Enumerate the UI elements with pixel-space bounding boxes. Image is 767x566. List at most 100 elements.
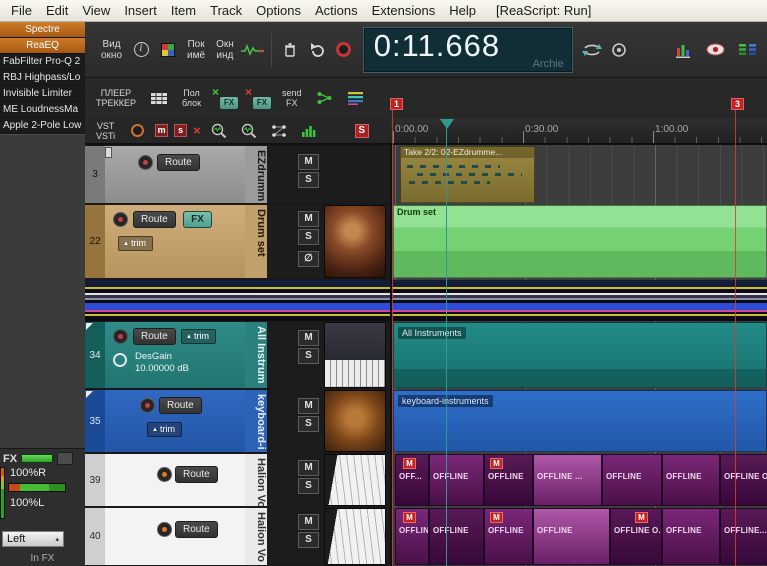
half-block-button[interactable]: Пол блок — [178, 88, 205, 108]
player-tracker-button[interactable]: ПЛЕЕР ТРЕККЕР — [92, 88, 140, 108]
routing-button[interactable] — [313, 85, 337, 111]
menu-edit[interactable]: Edit — [39, 1, 75, 20]
lane-track-39[interactable]: M OFF... OFFLINE M OFFLINE OFFLINE ... O… — [392, 454, 767, 506]
menu-help[interactable]: Help — [442, 1, 483, 20]
offline-item[interactable]: OFFLINE ... — [533, 454, 602, 506]
arrange-view[interactable]: Take 2/2: 02-EZdrumme... Drum set All In… — [390, 145, 767, 566]
mute-button[interactable]: M — [298, 154, 319, 170]
track-panel-34[interactable]: 34 Route ▲ trim DesGain 10.00000 dB All I… — [85, 322, 390, 388]
fx-plugin-spectre[interactable]: Spectre — [0, 22, 85, 38]
track-panel-3[interactable]: 3 Route EZdrumm M S — [85, 146, 390, 203]
menu-options[interactable]: Options — [249, 1, 308, 20]
record-arm-button[interactable] — [138, 155, 153, 170]
solo-button[interactable]: S — [298, 416, 319, 432]
lane-track-34[interactable]: All Instruments — [392, 322, 767, 388]
gain-knob[interactable] — [113, 353, 127, 367]
offline-item[interactable]: M OFFLINE O... — [610, 508, 662, 565]
meter-bars-button[interactable] — [297, 118, 321, 144]
record-arm-button[interactable] — [157, 522, 172, 537]
fx-plugin-me-loudness[interactable]: ME LoudnessMa — [0, 102, 85, 118]
track-panel-39[interactable]: 39 Route Halion Vo M S — [85, 454, 390, 506]
offline-item[interactable]: OFFLINE — [429, 508, 484, 565]
mixer-view-button[interactable] — [735, 37, 759, 63]
clear-x-button[interactable]: × — [193, 123, 201, 138]
transport-time-display[interactable]: 0:11.668 Archie — [362, 26, 573, 73]
wet-amount-label[interactable]: 100%R — [10, 467, 46, 479]
grid-view-button[interactable] — [147, 85, 171, 111]
vst-button[interactable]: VST VSTi — [92, 121, 119, 141]
fx-enable-toggle[interactable] — [21, 454, 54, 463]
fx-plugin-fabfilter[interactable]: FabFilter Pro-Q 2 — [0, 54, 85, 70]
gain-value[interactable]: 10.00000 dB — [135, 363, 189, 374]
lane-collapsed-stripes[interactable] — [392, 280, 767, 321]
fold-triangle-icon[interactable] — [86, 323, 93, 330]
fx-options-button[interactable] — [57, 452, 74, 465]
route-button[interactable]: Route — [159, 397, 202, 414]
lane-track-22[interactable]: Drum set — [392, 205, 767, 278]
window-indicator-button[interactable]: Окн инд — [212, 39, 238, 61]
media-item-keyboard-instruments[interactable]: keyboard-instruments — [393, 390, 767, 452]
solo-button[interactable]: S — [298, 348, 319, 364]
track-panel-35[interactable]: 35 Route ▲ trim keyboard-i M S — [85, 390, 390, 452]
solo-all-button[interactable]: s — [174, 124, 188, 137]
offline-item[interactable]: M OFFLINE — [484, 454, 533, 506]
add-fx-button[interactable]: × FX — [212, 85, 239, 109]
offline-item[interactable]: OFFLINE — [662, 508, 720, 565]
collapsed-tracks-stripes[interactable] — [85, 280, 390, 321]
mute-button[interactable]: M — [298, 330, 319, 346]
menu-track[interactable]: Track — [203, 1, 249, 20]
solo-button[interactable]: S — [298, 532, 319, 548]
mute-button[interactable]: M — [298, 211, 319, 227]
channel-selector[interactable]: Left ▴ — [2, 531, 64, 547]
spectral-peek-button-2[interactable] — [237, 118, 261, 144]
track-list-button[interactable] — [344, 85, 368, 111]
timeline-ruler[interactable]: 0:00.00 0:30.00 1:00.00 — [390, 118, 767, 145]
menu-file[interactable]: File — [4, 1, 39, 20]
media-item-ezdrummer[interactable]: Take 2/2: 02-EZdrumme... — [400, 146, 535, 203]
record-button[interactable] — [332, 37, 356, 63]
mute-button[interactable]: M — [298, 398, 319, 414]
media-item-all-instruments[interactable]: All Instruments — [393, 322, 767, 388]
fx-plugin-rbj-highpass[interactable]: RBJ Highpass/Lo — [0, 70, 85, 86]
menu-reascript-run[interactable]: [ReaScript: Run] — [489, 1, 598, 20]
show-names-button[interactable]: Пок имё — [183, 39, 209, 61]
info-button[interactable]: i — [129, 37, 153, 63]
record-arm-button[interactable] — [113, 329, 128, 344]
menu-extensions[interactable]: Extensions — [365, 1, 443, 20]
undo-button[interactable] — [305, 37, 329, 63]
trim-button[interactable]: ▲ trim — [147, 422, 182, 437]
mute-button[interactable]: M — [298, 514, 319, 530]
solo-button[interactable]: S — [298, 172, 319, 188]
delete-button[interactable] — [278, 37, 302, 63]
record-arm-button[interactable] — [157, 467, 172, 482]
media-item-drum-set[interactable]: Drum set — [393, 205, 767, 278]
remove-fx-button[interactable]: × FX — [245, 85, 272, 109]
lane-track-3[interactable]: Take 2/2: 02-EZdrumme... — [392, 146, 767, 203]
solo-master-button[interactable]: S — [354, 123, 369, 138]
offline-item[interactable]: OFFLINE... — [720, 508, 767, 565]
fx-plugin-apple-2pole[interactable]: Apple 2-Pole Low — [0, 118, 85, 134]
routing-matrix-button[interactable] — [267, 118, 291, 144]
theme-button[interactable] — [156, 37, 180, 63]
menu-view[interactable]: View — [75, 1, 117, 20]
loop-button[interactable] — [580, 37, 604, 63]
offline-item[interactable]: M OFF... — [395, 454, 429, 506]
monitor-button[interactable] — [607, 37, 631, 63]
marker-strip[interactable] — [390, 78, 767, 118]
menu-insert[interactable]: Insert — [117, 1, 164, 20]
lane-track-40[interactable]: M OFFLINE OFFLINE M OFFLINE OFFLINE M OF… — [392, 508, 767, 565]
record-arm-all-button[interactable] — [125, 118, 149, 144]
fx-plugin-invisible-limiter[interactable]: Invisible Limiter — [0, 86, 85, 102]
send-fx-button[interactable]: send FX — [278, 88, 306, 108]
mute-button[interactable]: M — [298, 460, 319, 476]
trim-button[interactable]: ▲ trim — [181, 329, 216, 344]
record-arm-button[interactable] — [140, 398, 155, 413]
fold-triangle-icon[interactable] — [86, 391, 93, 398]
offline-item[interactable]: OFFLINE — [662, 454, 720, 506]
track-panel-40[interactable]: 40 Route Halion Vo M S — [85, 508, 390, 565]
route-button[interactable]: Route — [133, 211, 176, 228]
menu-item[interactable]: Item — [164, 1, 203, 20]
solo-button[interactable]: S — [298, 478, 319, 494]
route-button[interactable]: Route — [175, 521, 218, 538]
route-button[interactable]: Route — [133, 328, 176, 345]
